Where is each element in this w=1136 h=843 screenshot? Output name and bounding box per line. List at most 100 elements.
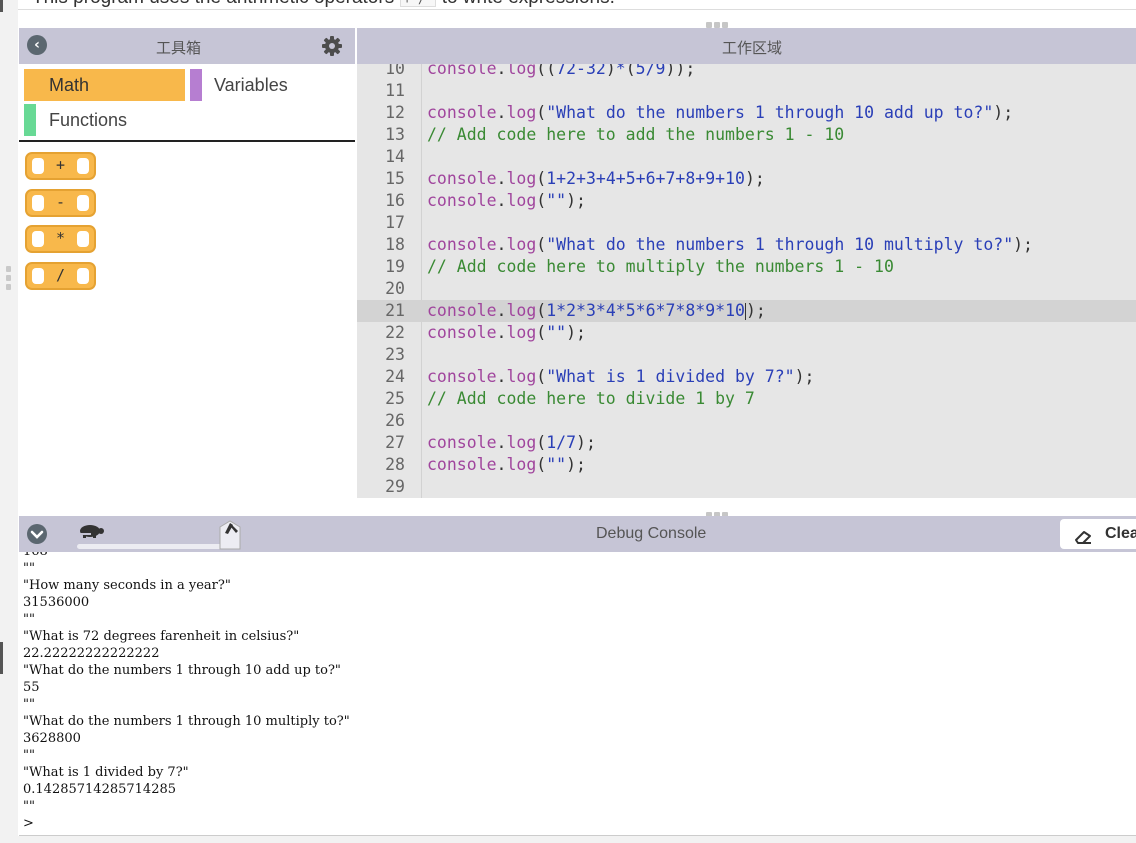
- category-color-swatch: [24, 104, 36, 136]
- block-add[interactable]: +: [25, 152, 96, 180]
- category-variables[interactable]: Variables: [190, 69, 355, 101]
- line-number: 25: [385, 389, 405, 408]
- chevron-left-icon[interactable]: ‹: [27, 35, 47, 55]
- instructions-text-before: This program uses the arithmetic operato…: [32, 0, 394, 8]
- code-line[interactable]: 11: [357, 80, 1136, 102]
- console-output-line: "": [23, 799, 35, 814]
- line-number: 24: [385, 367, 405, 386]
- chevron-down-icon[interactable]: [27, 524, 47, 544]
- instructions-panel: This program uses the arithmetic operato…: [18, 0, 1136, 10]
- block-multiply[interactable]: *: [25, 225, 96, 253]
- toolbox-divider: [19, 140, 355, 142]
- line-number: 18: [385, 235, 405, 254]
- code-line[interactable]: 29: [357, 476, 1136, 498]
- left-resize-strip: [0, 0, 18, 843]
- line-number: 26: [385, 411, 405, 430]
- line-code: // Add code here to multiply the numbers…: [427, 257, 894, 276]
- instructions-text: This program uses the arithmetic operato…: [32, 0, 615, 9]
- console-output-line: "": [23, 697, 35, 712]
- workspace-header: 工作区域: [357, 28, 1136, 64]
- instructions-text-after: to write expressions.: [442, 0, 615, 8]
- code-line[interactable]: 24 console.log("What is 1 divided by 7?")…: [357, 366, 1136, 388]
- code-line[interactable]: 16 console.log("");: [357, 190, 1136, 212]
- code-line[interactable]: 18 console.log("What do the numbers 1 thr…: [357, 234, 1136, 256]
- code-line[interactable]: 27 console.log(1/7);: [357, 432, 1136, 454]
- toolbox-header: ‹ 工具箱: [19, 28, 355, 64]
- debug-console-header: Debug Console Clear: [19, 516, 1136, 552]
- category-math[interactable]: Math: [24, 69, 185, 101]
- console-output-line: "": [23, 748, 35, 763]
- line-code: // Add code here to divide 1 by 7: [427, 389, 755, 408]
- line-number: 14: [385, 147, 405, 166]
- toolbox-title: 工具箱: [156, 39, 202, 57]
- clear-label: Clear: [1105, 525, 1136, 542]
- code-line[interactable]: 21 console.log(1*2*3*4*5*6*7*8*9*10);: [357, 300, 1136, 322]
- code-line[interactable]: 13 // Add code here to add the numbers 1 …: [357, 124, 1136, 146]
- operators-code: +-/*: [399, 0, 437, 7]
- left-edge-marker: [0, 642, 3, 674]
- code-line[interactable]: 10 console.log((72-32)*(5/9));: [357, 64, 1136, 80]
- code-line[interactable]: 28 console.log("");: [357, 454, 1136, 476]
- workspace-resize-handle[interactable]: [706, 13, 730, 28]
- speed-slider-handle[interactable]: [216, 519, 244, 551]
- console-output-line: 55: [23, 680, 40, 695]
- code-line[interactable]: 22 console.log("");: [357, 322, 1136, 344]
- category-functions[interactable]: Functions: [24, 104, 224, 136]
- line-code: console.log("");: [427, 191, 586, 210]
- code-line[interactable]: 15 console.log(1+2+3+4+5+6+7+8+9+10);: [357, 168, 1136, 190]
- category-color-swatch: [190, 69, 202, 101]
- block-subtract[interactable]: -: [25, 189, 96, 217]
- line-code: console.log("");: [427, 455, 586, 474]
- instructions-resize-handle[interactable]: [6, 266, 12, 292]
- console-output-line: "What do the numbers 1 through 10 multip…: [23, 714, 350, 729]
- console-output-line: 168: [23, 552, 48, 560]
- line-code: console.log(1+2+3+4+5+6+7+8+9+10);: [427, 169, 765, 188]
- console-output-line: 3628800: [23, 731, 81, 746]
- line-number: 15: [385, 169, 405, 188]
- line-number: 12: [385, 103, 405, 122]
- debug-console-output[interactable]: 168"""How many seconds in a year?"315360…: [19, 552, 1136, 836]
- debug-console-title: Debug Console: [596, 525, 707, 542]
- line-code: console.log("");: [427, 323, 586, 342]
- line-number: 17: [385, 213, 405, 232]
- line-number: 11: [385, 81, 405, 100]
- console-output-line: "What do the numbers 1 through 10 add up…: [23, 663, 341, 678]
- clear-button[interactable]: Clear: [1060, 519, 1136, 549]
- toolbox-panel: Math Variables Functions + - * /: [19, 64, 355, 498]
- bottom-strip: [0, 836, 1136, 843]
- code-editor[interactable]: 10 console.log((72-32)*(5/9)); 11 12 console…: [357, 64, 1136, 498]
- code-line[interactable]: 12 console.log("What do the numbers 1 thr…: [357, 102, 1136, 124]
- line-code: console.log((72-32)*(5/9));: [427, 64, 696, 78]
- line-code: console.log(1/7);: [427, 433, 596, 452]
- block-divide[interactable]: /: [25, 262, 96, 290]
- eraser-icon: [1074, 526, 1094, 544]
- line-number: 20: [385, 279, 405, 298]
- gear-icon[interactable]: [321, 35, 343, 57]
- line-number: 16: [385, 191, 405, 210]
- line-number: 22: [385, 323, 405, 342]
- left-edge-marker: [0, 0, 3, 12]
- line-code: console.log("What do the numbers 1 throu…: [427, 235, 1033, 254]
- code-line[interactable]: 20: [357, 278, 1136, 300]
- console-output-line: "How many seconds in a year?": [23, 578, 231, 593]
- code-line[interactable]: 17: [357, 212, 1136, 234]
- line-number: 29: [385, 477, 405, 496]
- console-output-line: 22.22222222222222: [23, 646, 160, 661]
- line-number: 27: [385, 433, 405, 452]
- category-label: Functions: [49, 110, 128, 130]
- line-number: 13: [385, 125, 405, 144]
- console-output-line: 0.14285714285714285: [23, 782, 177, 797]
- speed-slider[interactable]: [77, 544, 237, 549]
- code-line[interactable]: 14: [357, 146, 1136, 168]
- code-line[interactable]: 26: [357, 410, 1136, 432]
- line-number: 19: [385, 257, 405, 276]
- code-line[interactable]: 19 // Add code here to multiply the numbe…: [357, 256, 1136, 278]
- line-number: 10: [385, 64, 405, 78]
- code-line[interactable]: 23: [357, 344, 1136, 366]
- code-line[interactable]: 25 // Add code here to divide 1 by 7: [357, 388, 1136, 410]
- console-prompt[interactable]: >: [23, 815, 34, 832]
- console-resize-handle[interactable]: [706, 503, 730, 518]
- console-output-line: "What is 72 degrees farenheit in celsius…: [23, 629, 300, 644]
- line-code: console.log(1*2*3*4*5*6*7*8*9*10);: [427, 301, 766, 320]
- turtle-icon: [77, 522, 105, 540]
